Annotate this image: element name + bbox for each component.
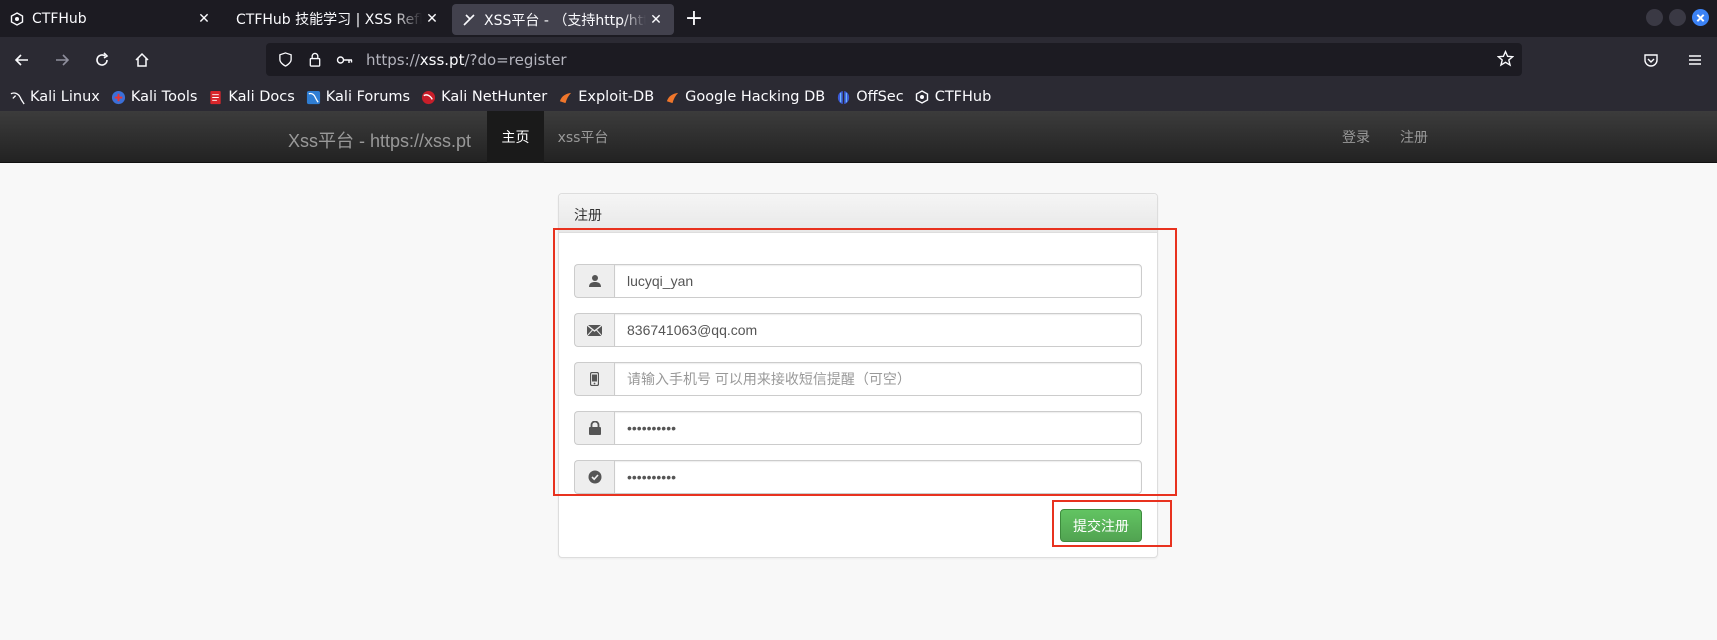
toolbar-right — [1629, 42, 1717, 78]
key-icon[interactable] — [334, 54, 356, 66]
lock-icon — [574, 411, 614, 445]
submit-register-button[interactable]: 提交注册 — [1060, 509, 1142, 542]
tab-ctfhub[interactable]: CTFHub ✕ — [0, 1, 222, 36]
bookmark-kali-tools[interactable]: Kali Tools — [111, 89, 197, 105]
forward-button[interactable] — [44, 42, 80, 78]
kali-tools-icon — [111, 90, 126, 105]
ctfhub-icon — [915, 90, 930, 105]
bookmark-star-icon[interactable] — [1496, 49, 1515, 71]
nethunter-icon — [421, 90, 436, 105]
url-bar[interactable]: https://xss.pt/?do=register — [266, 43, 1522, 76]
phone-field[interactable] — [614, 362, 1142, 396]
ctfhub-icon — [10, 11, 24, 26]
email-field[interactable] — [614, 313, 1142, 347]
ghdb-icon — [665, 90, 680, 105]
site-navbar: Xss平台 - https://xss.pt 主页 xss平台 登录 注册 — [0, 111, 1717, 163]
hamburger-menu-icon — [1689, 55, 1701, 65]
nav-register[interactable]: 注册 — [1390, 111, 1438, 163]
home-icon — [135, 52, 149, 67]
close-window-button[interactable] — [1692, 9, 1709, 26]
navigation-toolbar: https://xss.pt/?do=register — [0, 37, 1717, 83]
bookmark-kali-forums[interactable]: Kali Forums — [306, 89, 410, 105]
arrow-left-icon — [14, 54, 28, 66]
bookmark-ctfhub[interactable]: CTFHub — [915, 89, 991, 105]
minimize-button[interactable] — [1646, 9, 1663, 26]
offsec-icon — [836, 90, 851, 105]
reload-icon — [96, 52, 109, 66]
reload-button[interactable] — [84, 42, 120, 78]
close-icon[interactable]: ✕ — [422, 9, 442, 29]
password-group — [574, 411, 1142, 445]
plus-icon: + — [684, 6, 704, 31]
lock-icon[interactable] — [304, 52, 326, 67]
pocket-icon — [1644, 54, 1658, 67]
tab-title: XSS平台 - （支持http/https） — [484, 12, 646, 29]
back-button[interactable] — [4, 42, 40, 78]
kali-docs-icon — [208, 90, 223, 105]
nav-xss-platform[interactable]: xss平台 — [548, 111, 618, 163]
bookmark-kali-docs[interactable]: Kali Docs — [208, 89, 295, 105]
user-icon — [574, 264, 614, 298]
kali-forums-icon — [306, 90, 321, 105]
url-text: https://xss.pt/?do=register — [366, 50, 567, 69]
email-group — [574, 313, 1142, 347]
bookmark-google-hacking-db[interactable]: Google Hacking DB — [665, 89, 825, 105]
bookmark-offsec[interactable]: OffSec — [836, 89, 904, 105]
tab-bar: CTFHub ✕ CTFHub 技能学习 | XSS Reflected ✕ X… — [0, 0, 1717, 37]
window-controls — [1646, 9, 1709, 26]
xss-favicon-icon — [462, 13, 476, 27]
username-field[interactable] — [614, 264, 1142, 298]
tab-title: CTFHub 技能学习 | XSS Reflected — [236, 11, 422, 28]
new-tab-button[interactable]: + — [676, 0, 712, 37]
kali-dragon-icon — [10, 90, 25, 105]
tab-ctfhub-xss[interactable]: CTFHub 技能学习 | XSS Reflected ✕ — [222, 1, 450, 36]
phone-icon — [574, 362, 614, 396]
menu-button[interactable] — [1677, 42, 1713, 78]
shield-icon[interactable] — [274, 52, 296, 67]
check-circle-icon — [574, 460, 614, 494]
nav-login[interactable]: 登录 — [1332, 111, 1380, 163]
username-group — [574, 264, 1142, 298]
maximize-button[interactable] — [1669, 9, 1686, 26]
confirm-password-group — [574, 460, 1142, 494]
site-brand[interactable]: Xss平台 - https://xss.pt — [288, 127, 471, 153]
bookmark-exploit-db[interactable]: Exploit-DB — [558, 89, 654, 105]
close-icon[interactable]: ✕ — [194, 9, 214, 29]
envelope-icon — [574, 313, 614, 347]
pocket-button[interactable] — [1633, 42, 1669, 78]
bookmarks-toolbar: Kali Linux Kali Tools Kali Docs Kali For… — [0, 83, 1717, 111]
exploit-db-icon — [558, 90, 573, 105]
password-field[interactable] — [614, 411, 1142, 445]
tab-xss-platform[interactable]: XSS平台 - （支持http/https） ✕ — [452, 4, 674, 35]
tab-title: CTFHub — [32, 10, 87, 27]
home-button[interactable] — [124, 42, 160, 78]
arrow-right-icon — [56, 54, 70, 66]
nav-home[interactable]: 主页 — [487, 111, 544, 163]
bookmark-kali-nethunter[interactable]: Kali NetHunter — [421, 89, 547, 105]
phone-group — [574, 362, 1142, 396]
close-icon[interactable]: ✕ — [646, 10, 666, 30]
bookmark-kali-linux[interactable]: Kali Linux — [10, 89, 100, 105]
confirm-password-field[interactable] — [614, 460, 1142, 494]
register-panel: 注册 提交注册 — [558, 193, 1158, 558]
panel-heading: 注册 — [559, 194, 1157, 233]
